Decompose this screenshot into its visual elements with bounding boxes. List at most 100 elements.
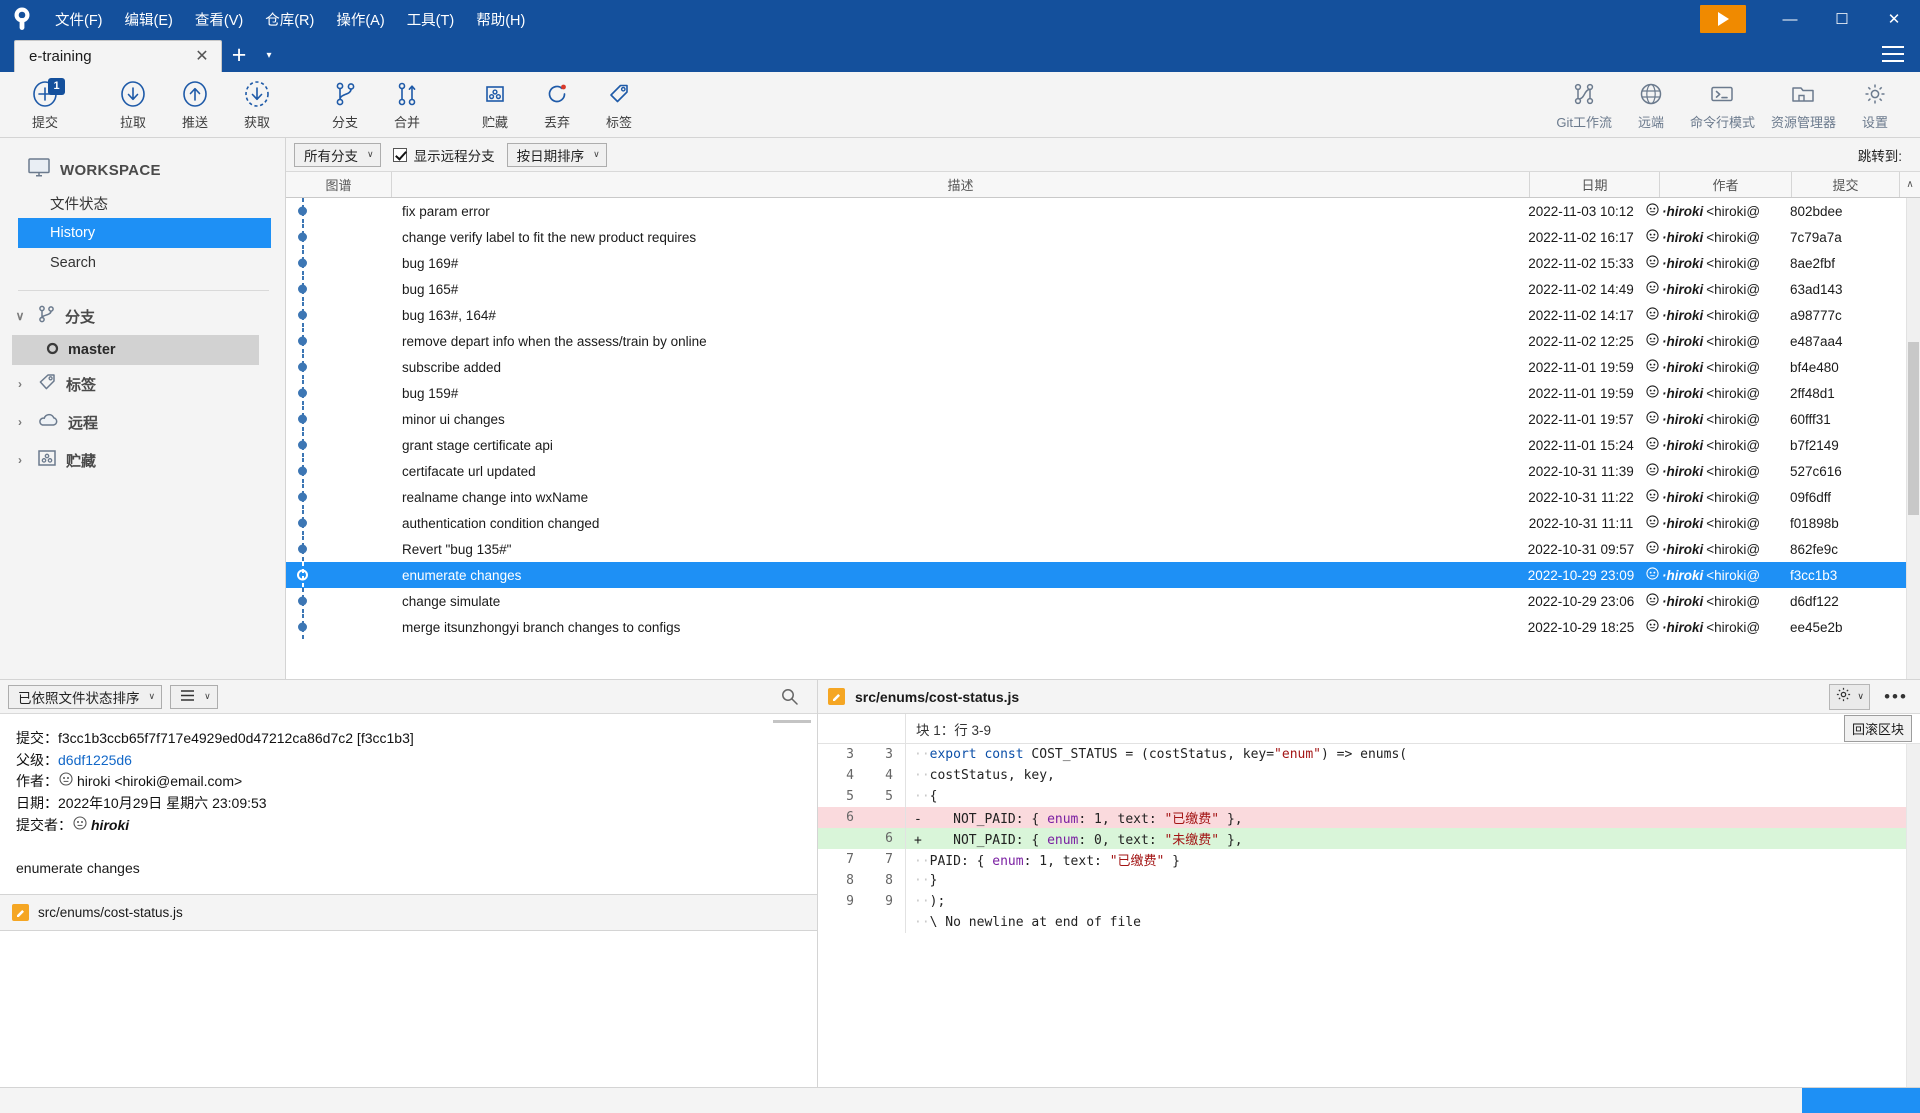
table-row[interactable]: bug 169# 2022-11-02 15:33 ·hiroki <hiroki@… <box>286 250 1906 276</box>
parent-commit-link[interactable]: d6df1225d6 <box>58 750 132 772</box>
graph-node <box>298 518 307 528</box>
commit-description: enumerate changes <box>402 567 522 583</box>
table-row[interactable]: bug 159# 2022-11-01 19:59 ·hiroki <hiroki@… <box>286 380 1906 406</box>
avatar <box>73 815 87 837</box>
diff-panel: src/enums/cost-status.js ∨ ••• 块 1：行 3-9… <box>818 680 1920 1087</box>
play-icon[interactable] <box>1700 5 1746 33</box>
menu-edit[interactable]: 编辑(E) <box>114 0 184 38</box>
push-button[interactable]: 推送 <box>164 74 226 136</box>
diff-scrollbar[interactable] <box>1906 744 1920 1087</box>
discard-button[interactable]: 丢弃 <box>526 74 588 136</box>
author-email: <hiroki@ <box>1706 437 1761 453</box>
commit-date: 2022-10-31 11:39 <box>1528 463 1634 479</box>
table-row[interactable]: bug 165# 2022-11-02 14:49 ·hiroki <hiroki@… <box>286 276 1906 302</box>
rollback-hunk-button[interactable]: 回滚区块 <box>1843 715 1912 742</box>
close-button[interactable]: ✕ <box>1868 0 1920 38</box>
column-header-date[interactable]: 日期 <box>1530 172 1660 197</box>
sidebar-item-search[interactable]: Search <box>0 248 285 278</box>
table-row[interactable]: certifacate url updated 2022-10-31 11:39 ·… <box>286 458 1906 484</box>
search-icon[interactable] <box>777 685 801 709</box>
branch-filter-select[interactable]: 所有分支 ∨ <box>294 142 381 167</box>
menu-view[interactable]: 查看(V) <box>184 0 254 38</box>
hunk-label: 块 1：行 3-9 <box>916 722 992 738</box>
commit-list[interactable]: fix param error 2022-11-03 10:12 ·hiroki <… <box>286 198 1920 679</box>
table-row[interactable]: authentication condition changed 2022-10-… <box>286 510 1906 536</box>
sort-order-select[interactable]: 按日期排序 ∨ <box>506 142 607 167</box>
table-row[interactable]: change verify label to fit the new produ… <box>286 224 1906 250</box>
sidebar-item-file-status[interactable]: 文件状态 <box>0 188 285 218</box>
chevron-right-icon[interactable]: › <box>12 377 28 391</box>
minimize-button[interactable]: — <box>1764 0 1816 38</box>
tab-e-training[interactable]: e-training ✕ <box>14 40 222 72</box>
table-row[interactable]: bug 163#, 164# 2022-11-02 14:17 ·hiroki <h… <box>286 302 1906 328</box>
commit-button[interactable]: 1 提交 <box>14 74 76 136</box>
commit-list-scrollbar[interactable] <box>1906 198 1920 679</box>
sidebar-group-stashes[interactable]: › 贮藏 <box>0 441 285 479</box>
sidebar-item-history[interactable]: History <box>18 218 271 248</box>
more-options-icon[interactable]: ••• <box>1880 684 1912 710</box>
graph-node <box>298 596 307 606</box>
sidebar-group-remotes[interactable]: › 远程 <box>0 403 285 441</box>
settings-button[interactable]: 设置 <box>1844 74 1906 136</box>
table-row[interactable]: merge itsunzhongyi branch changes to con… <box>286 614 1906 640</box>
column-header-graph[interactable]: 图谱 <box>286 172 392 197</box>
pull-button[interactable]: 拉取 <box>102 74 164 136</box>
column-header-description[interactable]: 描述 <box>392 172 1530 197</box>
table-row[interactable]: change simulate 2022-10-29 23:06 ·hiroki <… <box>286 588 1906 614</box>
file-sort-select[interactable]: 已依照文件状态排序 ∨ <box>8 684 163 709</box>
show-remote-branches-checkbox[interactable]: 显示远程分支 <box>389 145 499 165</box>
menu-repository[interactable]: 仓库(R) <box>254 0 325 38</box>
merge-button[interactable]: 合并 <box>376 74 438 136</box>
explorer-label: 资源管理器 <box>1770 115 1836 130</box>
author-name: ·hiroki <box>1662 385 1704 401</box>
graph-node <box>298 232 307 242</box>
fetch-button[interactable]: 获取 <box>226 74 288 136</box>
stash-button[interactable]: 贮藏 <box>464 74 526 136</box>
table-row[interactable]: minor ui changes 2022-11-01 19:57 ·hiroki … <box>286 406 1906 432</box>
table-row[interactable]: subscribe added 2022-11-01 19:59 ·hiroki <… <box>286 354 1906 380</box>
hamburger-menu-icon[interactable] <box>1876 40 1910 68</box>
chevron-right-icon[interactable]: › <box>12 415 28 429</box>
new-tab-button[interactable]: + <box>222 38 256 72</box>
column-header-commit[interactable]: 提交 <box>1792 172 1900 197</box>
changed-file-item[interactable]: src/enums/cost-status.js <box>0 894 817 930</box>
table-row[interactable]: Revert "bug 135#" 2022-10-31 09:57 ·hiroki… <box>286 536 1906 562</box>
table-row[interactable]: realname change into wxName 2022-10-31 11… <box>286 484 1906 510</box>
detail-row-author: 作者： hiroki <hiroki@email.com> <box>16 771 801 793</box>
branch-button[interactable]: 分支 <box>314 74 376 136</box>
scrollbar-thumb[interactable] <box>1908 342 1919 515</box>
table-row[interactable]: fix param error 2022-11-03 10:12 ·hiroki <… <box>286 198 1906 224</box>
graph-node <box>298 258 307 268</box>
commit-date: 2022-11-02 16:17 <box>1528 229 1634 245</box>
diff-old-line-number: 5 <box>846 789 854 804</box>
menu-help[interactable]: 帮助(H) <box>465 0 536 38</box>
diff-settings-button[interactable]: ∨ <box>1829 683 1870 710</box>
close-icon[interactable]: ✕ <box>191 46 213 68</box>
sidebar-branch-master[interactable]: master <box>12 335 259 365</box>
tag-button[interactable]: 标签 <box>588 74 650 136</box>
chevron-down-icon[interactable]: ▾ <box>256 38 282 72</box>
chevron-right-icon[interactable]: › <box>12 453 28 467</box>
column-header-author[interactable]: 作者 <box>1660 172 1792 197</box>
commit-graph-cell <box>286 354 392 380</box>
sidebar-group-branches[interactable]: ∨ 分支 <box>0 297 285 335</box>
commit-hash: 7c79a7a <box>1790 229 1842 245</box>
gitflow-button[interactable]: Git工作流 <box>1548 74 1620 136</box>
maximize-button[interactable]: ☐ <box>1816 0 1868 38</box>
explorer-button[interactable]: 资源管理器 <box>1763 74 1844 136</box>
diff-content[interactable]: 3 3 ··export const COST_STATUS = (costStat… <box>818 744 1920 1087</box>
commit-date: 2022-10-29 18:25 <box>1527 619 1635 635</box>
commit-date: 2022-11-03 10:12 <box>1528 203 1634 219</box>
chevron-down-icon[interactable]: ∨ <box>12 309 28 323</box>
menu-tools[interactable]: 工具(T) <box>396 0 466 38</box>
table-row[interactable]: enumerate changes 2022-10-29 23:09 ·hiroki… <box>286 562 1906 588</box>
table-row[interactable]: grant stage certificate api 2022-11-01 15… <box>286 432 1906 458</box>
terminal-button[interactable]: 命令行模式 <box>1682 74 1763 136</box>
sidebar-group-tags[interactable]: › 标签 <box>0 365 285 403</box>
menu-actions[interactable]: 操作(A) <box>325 0 395 38</box>
remote-button[interactable]: 远端 <box>1620 74 1682 136</box>
menu-file[interactable]: 文件(F) <box>44 0 114 38</box>
commit-author: ·hiroki <hiroki@ <box>1646 281 1778 297</box>
file-view-mode-select[interactable]: ∨ <box>170 684 218 709</box>
table-row[interactable]: remove depart info when the assess/train… <box>286 328 1906 354</box>
